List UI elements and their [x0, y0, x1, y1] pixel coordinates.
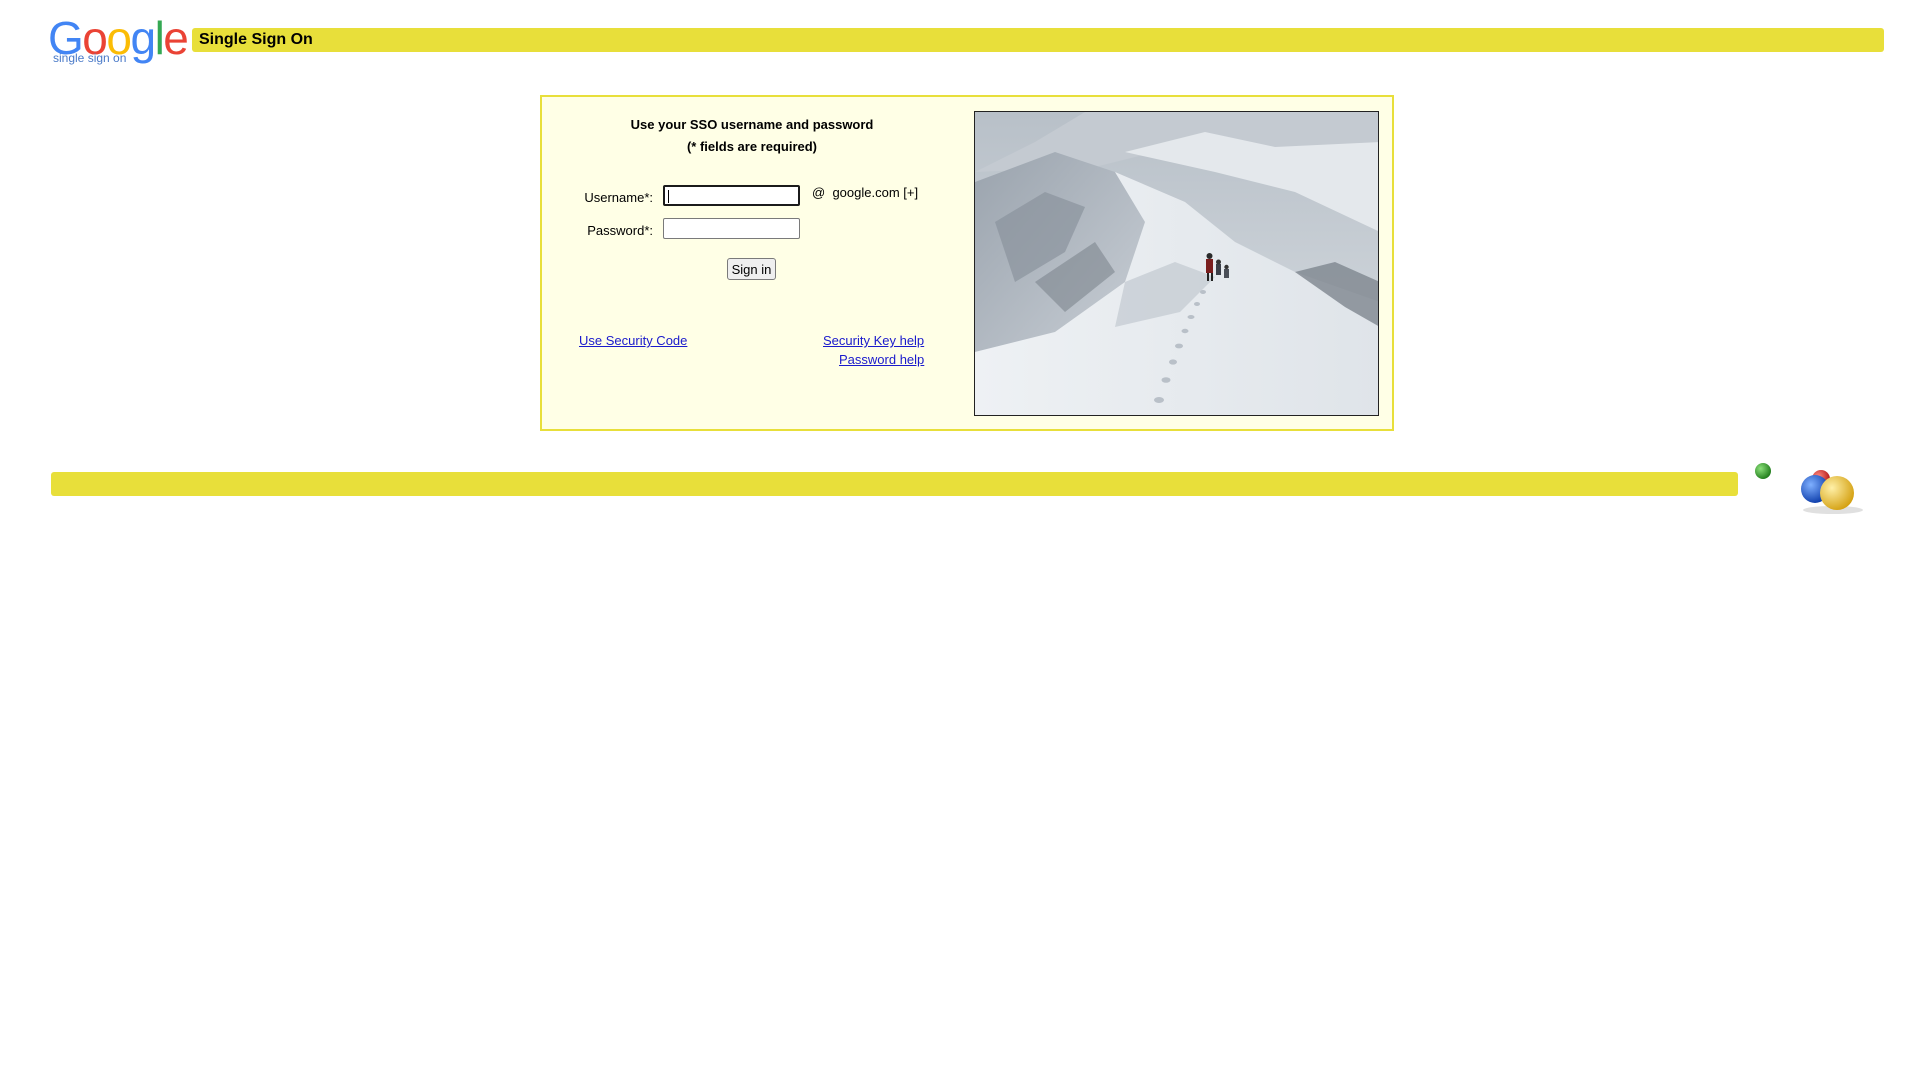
google-sso-logo[interactable]: Google single sign on	[48, 12, 189, 66]
use-security-code-link[interactable]: Use Security Code	[579, 333, 687, 348]
title-bar: Single Sign On	[192, 28, 1884, 52]
mountain-photo	[974, 111, 1379, 416]
instruction-line-2: (* fields are required)	[686, 139, 818, 154]
username-input[interactable]	[663, 185, 800, 206]
google-balls-logo	[1755, 463, 1863, 514]
footer-bar	[51, 472, 1738, 496]
yellow-ball	[1820, 476, 1854, 510]
domain-text: google.com [+]	[832, 185, 919, 200]
header: Google single sign on Single Sign On	[48, 12, 1884, 66]
domain-selector[interactable]: @ google.com [+]	[812, 185, 918, 200]
password-label: Password*:	[587, 223, 653, 238]
instruction-line-1: Use your SSO username and password	[630, 117, 874, 132]
login-instructions: Use your SSO username and password (* fi…	[542, 114, 962, 158]
password-input[interactable]	[663, 218, 800, 239]
text-caret	[668, 190, 669, 203]
login-panel: Use your SSO username and password (* fi…	[540, 95, 1394, 431]
password-help-link[interactable]: Password help	[839, 352, 924, 367]
username-label: Username*:	[584, 190, 653, 205]
security-key-help-link[interactable]: Security Key help	[823, 333, 924, 348]
page-title: Single Sign On	[199, 31, 313, 48]
at-symbol: @	[812, 185, 826, 200]
green-ball	[1755, 463, 1771, 479]
sign-in-button[interactable]: Sign in	[727, 258, 776, 280]
snowy-mountain-image	[975, 112, 1378, 415]
logo-subtext: single sign on	[53, 51, 127, 65]
